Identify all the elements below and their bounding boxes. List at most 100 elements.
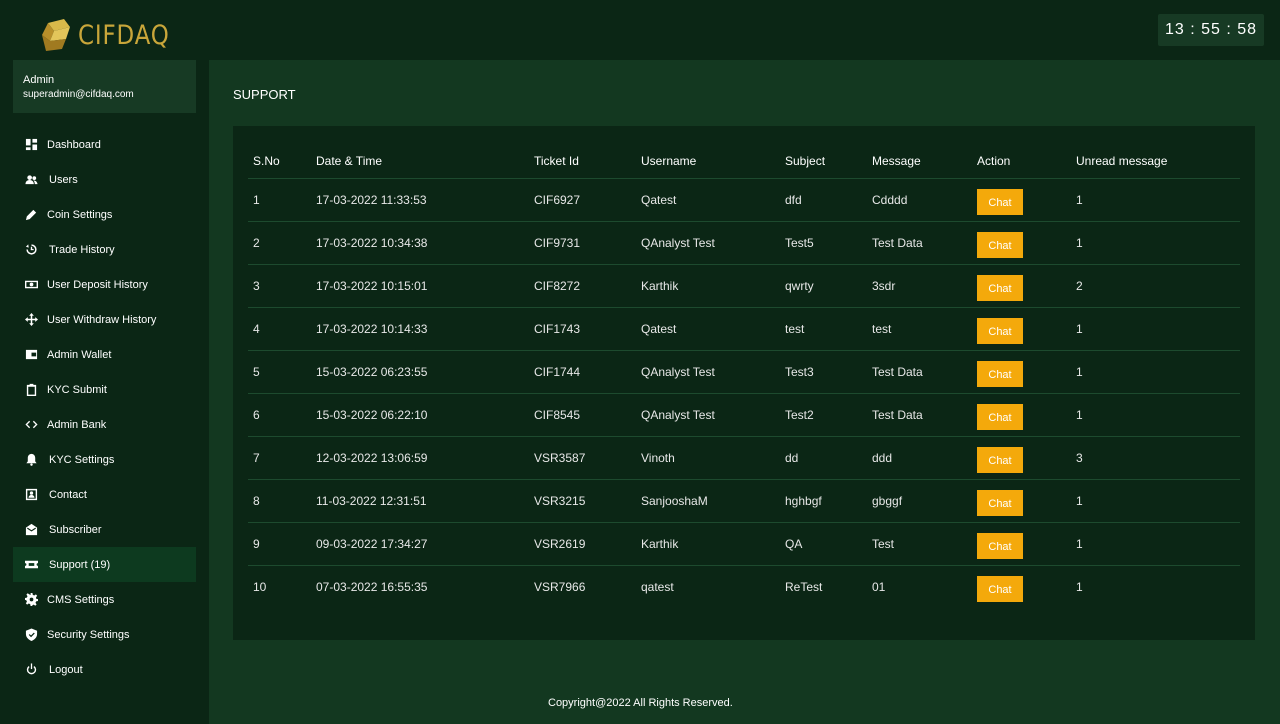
cell-username: Karthik: [636, 522, 780, 566]
chat-button[interactable]: Chat: [977, 318, 1023, 344]
column-header: Unread message: [1071, 144, 1240, 179]
cell-username: Qatest: [636, 307, 780, 351]
cell-subject: Test5: [780, 221, 867, 265]
cell-action: Chat: [972, 264, 1071, 308]
cell-unread-message: 1: [1071, 221, 1240, 265]
sidebar-item-admin-bank[interactable]: Admin Bank: [13, 407, 196, 442]
cell-ticket-id: CIF1743: [529, 307, 636, 351]
cell-message: Test Data: [867, 350, 972, 394]
cell-subject: hghbgf: [780, 479, 867, 523]
cell-ticket-id: CIF8272: [529, 264, 636, 308]
cell-unread-message: 2: [1071, 264, 1240, 308]
sidebar-item-admin-wallet[interactable]: Admin Wallet: [13, 337, 196, 372]
chat-button[interactable]: Chat: [977, 447, 1023, 473]
cell-ticket-id: CIF8545: [529, 393, 636, 437]
cell-date-time: 07-03-2022 16:55:35: [316, 580, 428, 594]
cell-subject: Test2: [780, 393, 867, 437]
page-title: SUPPORT: [233, 87, 296, 102]
table-row: 9 09-03-2022 17:34:27 VSR2619 Karthik QA Test…: [248, 522, 1240, 566]
brand-logo[interactable]: CIFDAQ: [40, 16, 186, 54]
sidebar-item-label: Users: [49, 173, 78, 186]
cell-action: Chat: [972, 436, 1071, 480]
table-row: 7 12-03-2022 13:06:59 VSR3587 Vinoth dd ddd Ch…: [248, 436, 1240, 480]
chat-button[interactable]: Chat: [977, 490, 1023, 516]
chat-button[interactable]: Chat: [977, 232, 1023, 258]
chat-button[interactable]: Chat: [977, 404, 1023, 430]
cell-message: ddd: [867, 436, 972, 480]
cell-message: Test Data: [867, 393, 972, 437]
column-header: Username: [636, 144, 780, 179]
contact-icon: [24, 488, 38, 502]
sidebar-item-cms-settings[interactable]: CMS Settings: [13, 582, 196, 617]
sidebar-item-dashboard[interactable]: Dashboard: [13, 127, 196, 162]
sidebar-item-trade-history[interactable]: Trade History: [13, 232, 196, 267]
column-header: Subject: [780, 144, 867, 179]
table-header-row: S.No Date & Time Ticket Id Username Subj…: [248, 144, 1240, 179]
cell-sno: 7: [248, 436, 311, 480]
bell-icon: [24, 453, 38, 467]
chat-button[interactable]: Chat: [977, 275, 1023, 301]
top-bar: CIFDAQ 13 : 55 : 58: [0, 0, 1280, 60]
sidebar-item-label: Security Settings: [47, 628, 130, 641]
pencil-icon: [24, 208, 38, 222]
cell-username: QAnalyst Test: [636, 393, 780, 437]
cell-subject: dfd: [780, 178, 867, 222]
sidebar-item-support[interactable]: Support (19): [13, 547, 196, 582]
table-row: 2 17-03-2022 10:34:38 CIF9731 QAnalyst Test…: [248, 221, 1240, 265]
cell-date-time: 15-03-2022 06:22:10: [311, 393, 529, 437]
column-header: Date & Time: [311, 144, 529, 179]
cell-subject: QA: [780, 522, 867, 566]
sidebar-item-kyc-submit[interactable]: KYC Submit: [13, 372, 196, 407]
sidebar-item-security-settings[interactable]: Security Settings: [13, 617, 196, 652]
sidebar-item-kyc-settings[interactable]: KYC Settings: [13, 442, 196, 477]
cell-unread-message: 1: [1071, 350, 1240, 394]
sidebar-item-user-deposit-history[interactable]: User Deposit History: [13, 267, 196, 302]
cell-sno: 2: [248, 221, 311, 265]
history-icon: [24, 243, 38, 257]
cell-ticket-id: CIF9731: [529, 221, 636, 265]
chat-button[interactable]: Chat: [977, 361, 1023, 387]
cell-subject: test: [780, 307, 867, 351]
cell-sno: 1: [248, 178, 311, 222]
column-header: Ticket Id: [529, 144, 636, 179]
cell-date-time: 17-03-2022 10:15:01: [311, 264, 529, 308]
cell-unread-message: 1: [1076, 580, 1083, 594]
cell-sno: 6: [248, 393, 311, 437]
cell-date-time: 17-03-2022 10:34:38: [311, 221, 529, 265]
sidebar-item-coin-settings[interactable]: Coin Settings: [13, 197, 196, 232]
sidebar-item-label: Trade History: [49, 243, 115, 256]
cell-username: SanjooshaM: [636, 479, 780, 523]
sidebar-item-label: Subscriber: [49, 523, 102, 536]
dashboard-icon: [24, 138, 38, 152]
wallet-icon: [24, 348, 38, 362]
cell-message: test: [867, 307, 972, 351]
sidebar-item-user-withdraw-history[interactable]: User Withdraw History: [13, 302, 196, 337]
cell-action: Chat: [972, 350, 1071, 394]
cell-date-time: 09-03-2022 17:34:27: [311, 522, 529, 566]
chat-button[interactable]: Chat: [977, 533, 1023, 559]
chat-button[interactable]: Chat: [977, 576, 1023, 602]
footer-copyright: Copyright@2022 All Rights Reserved.: [548, 697, 733, 709]
cell-date-time: 12-03-2022 13:06:59: [311, 436, 529, 480]
table-row: 10 07-03-2022 16:55:35 VSR7966 qatest ReTest…: [248, 566, 1240, 609]
sidebar: Admin superadmin@cifdaq.com Dashboard Us…: [0, 60, 209, 724]
cell-unread-message: 1: [1071, 479, 1240, 523]
cell-sno: 4: [248, 307, 311, 351]
sidebar-item-subscriber[interactable]: Subscriber: [13, 512, 196, 547]
cell-subject: Test3: [780, 350, 867, 394]
sidebar-item-users[interactable]: Users: [13, 162, 196, 197]
cell-username: Vinoth: [636, 436, 780, 480]
cell-date-time: 11-03-2022 12:31:51: [311, 479, 529, 523]
sidebar-item-logout[interactable]: Logout: [13, 652, 196, 687]
sidebar-item-contact[interactable]: Contact: [13, 477, 196, 512]
cell-action: Chat: [972, 307, 1071, 351]
chat-button[interactable]: Chat: [977, 189, 1023, 215]
sidebar-item-label: KYC Submit: [47, 383, 107, 396]
cell-username: qatest: [641, 580, 674, 594]
cell-action: Chat: [972, 221, 1071, 265]
cell-action: Chat: [972, 178, 1071, 222]
cell-subject: ReTest: [785, 580, 823, 594]
sidebar-item-label: KYC Settings: [49, 453, 115, 466]
cell-username: Qatest: [636, 178, 780, 222]
cell-username: Karthik: [636, 264, 780, 308]
